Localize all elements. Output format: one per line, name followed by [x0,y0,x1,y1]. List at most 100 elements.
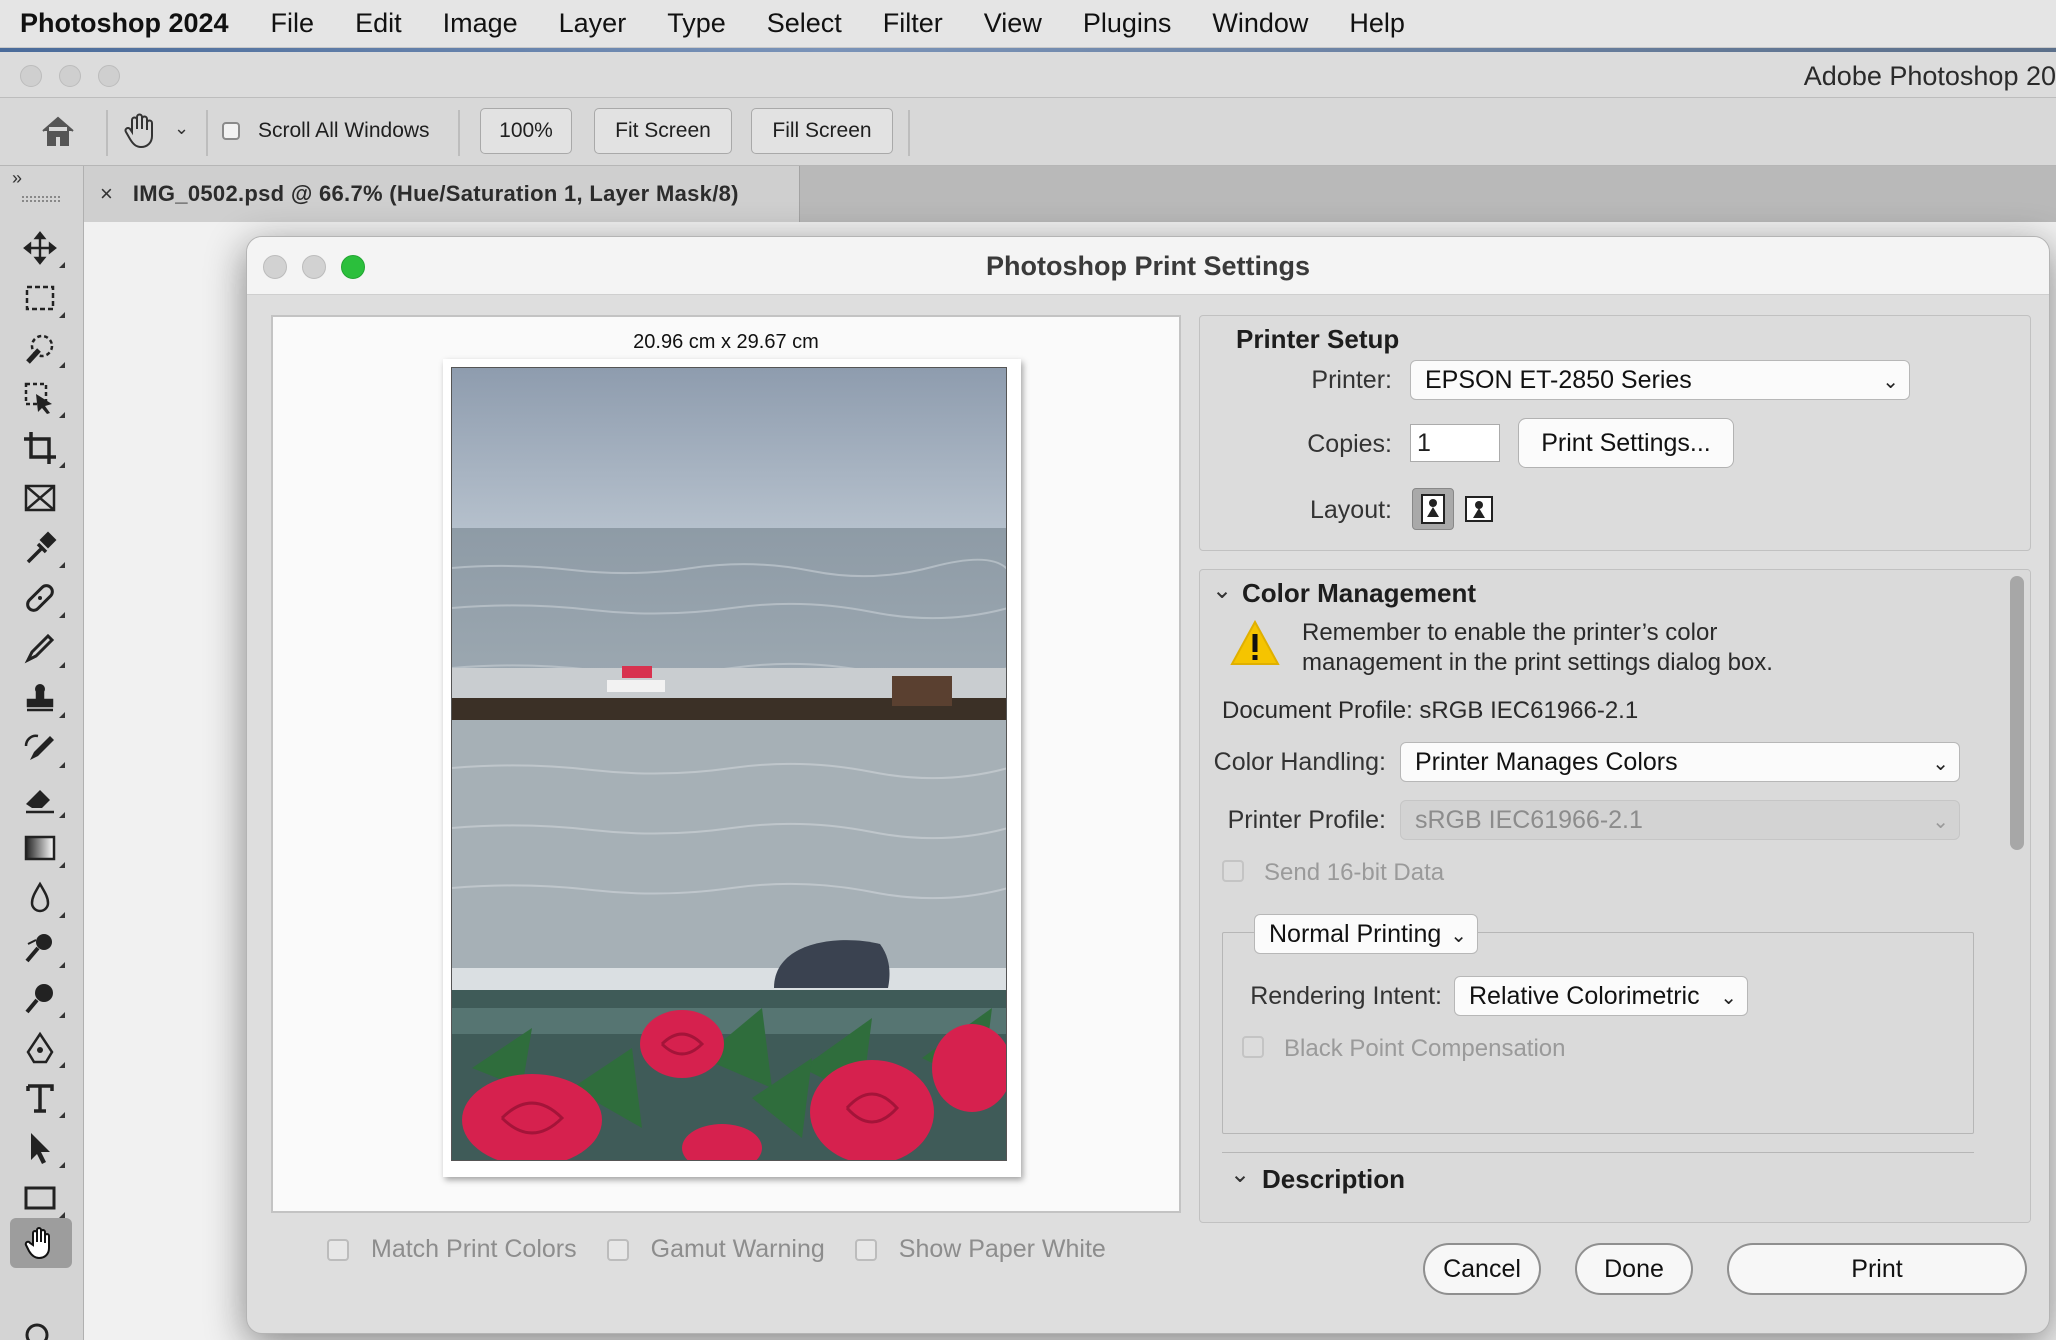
preview-options: Match Print Colors Gamut Warning Show Pa… [327,1235,1136,1264]
fit-screen-button[interactable]: Fit Screen [594,108,732,154]
menu-view[interactable]: View [984,8,1042,39]
window-zoom-button[interactable] [98,65,120,87]
panel-scrollbar[interactable] [2004,570,2030,1222]
fill-screen-button[interactable]: Fill Screen [751,108,893,154]
clone-stamp-icon[interactable] [18,676,65,720]
eraser-tool-icon[interactable] [18,776,65,820]
menu-type[interactable]: Type [667,8,726,39]
printer-setup-panel: Printer Setup Printer: EPSON ET-2850 Ser… [1199,315,2031,551]
panel-grip[interactable] [22,196,60,202]
chevron-down-icon[interactable]: ⌄ [174,118,189,139]
done-button[interactable]: Done [1575,1243,1693,1295]
quick-select-tool-icon[interactable] [18,326,65,370]
move-tool-icon[interactable] [18,226,65,270]
chevron-down-icon: ⌄ [1932,811,1949,833]
printer-select[interactable]: EPSON ET-2850 Series ⌄ [1410,360,1910,400]
print-settings-dialog: Photoshop Print Settings 20.96 cm x 29.6… [246,236,2050,1334]
chevron-down-icon[interactable]: ⌄ [1230,1160,1250,1189]
paper-sheet [443,359,1021,1177]
document-tab[interactable]: × IMG_0502.psd @ 66.7% (Hue/Saturation 1… [84,166,800,222]
printing-mode-value: Normal Printing [1269,919,1442,948]
tools-panel: » [0,166,84,1340]
close-tab-icon[interactable]: × [100,181,113,207]
warning-line-1: Remember to enable the printer’s color [1302,619,1718,646]
crop-tool-icon[interactable] [18,426,65,470]
warning-line-2: management in the print settings dialog … [1302,649,1773,676]
layout-label: Layout: [1309,496,1392,524]
cancel-button[interactable]: Cancel [1423,1243,1541,1295]
brush-tool-icon[interactable] [18,626,65,670]
printing-mode-select[interactable]: Normal Printing ⌄ [1254,914,1478,954]
menu-file[interactable]: File [271,8,315,39]
rectangle-tool-icon[interactable] [18,1176,65,1220]
show-paper-white-checkbox[interactable] [854,1238,877,1261]
frame-tool-icon[interactable] [18,476,62,520]
rendering-group [1222,932,1974,1134]
menu-layer[interactable]: Layer [559,8,627,39]
history-brush-icon[interactable] [18,726,65,770]
scroll-all-windows-checkbox[interactable] [222,122,240,140]
hand-tool-icon[interactable] [10,1218,72,1268]
print-preview[interactable]: 20.96 cm x 29.67 cm [271,315,1181,1213]
menu-filter[interactable]: Filter [883,8,943,39]
printer-label: Printer: [1311,366,1392,394]
menu-edit[interactable]: Edit [355,8,402,39]
scrollbar-thumb[interactable] [2010,576,2024,850]
printer-profile-select: sRGB IEC61966-2.1 ⌄ [1400,800,1960,840]
portrait-icon [1421,494,1445,524]
match-print-colors-checkbox[interactable] [327,1238,349,1261]
healing-brush-icon[interactable] [18,576,65,620]
window-close-button[interactable] [20,65,42,87]
show-paper-white-label: Show Paper White [898,1235,1106,1263]
send-16bit-checkbox [1222,860,1244,882]
send-16bit-label: Send 16-bit Data [1264,859,1445,886]
menu-plugins[interactable]: Plugins [1083,8,1172,39]
dialog-titlebar: Photoshop Print Settings [247,237,2049,295]
black-point-checkbox [1242,1036,1264,1058]
window-title: Adobe Photoshop 20 [1803,61,2056,91]
chevron-down-icon: ⌄ [1932,753,1949,775]
app-menu[interactable]: Photoshop 2024 [20,8,229,39]
rendering-intent-select[interactable]: Relative Colorimetric ⌄ [1454,976,1748,1016]
layout-landscape-button[interactable] [1458,488,1500,530]
sponge-tool-icon[interactable] [18,976,65,1020]
printer-profile-label: Printer Profile: [1227,806,1386,834]
window-titlebar: Adobe Photoshop 20 [0,52,2056,98]
dialog-title: Photoshop Print Settings [986,251,1310,281]
type-tool-icon[interactable] [18,1076,65,1120]
blur-tool-icon[interactable] [18,876,65,920]
menu-image[interactable]: Image [443,8,518,39]
marquee-tool-icon[interactable] [18,276,65,320]
gradient-tool-icon[interactable] [18,826,65,870]
black-point-label: Black Point Compensation [1284,1035,1566,1062]
scroll-all-windows-label: Scroll All Windows [258,119,430,142]
document-profile: Document Profile: sRGB IEC61966-2.1 [1222,697,1639,724]
gamut-warning-label: Gamut Warning [650,1235,825,1263]
menu-help[interactable]: Help [1349,8,1405,39]
menu-select[interactable]: Select [767,8,842,39]
options-bar: ⌄ Scroll All Windows 100% Fit Screen Fil… [0,98,2056,166]
home-icon[interactable] [40,114,76,153]
copies-input[interactable]: 1 [1410,424,1500,462]
rendering-intent-label: Rendering Intent: [1250,982,1442,1010]
gamut-warning-checkbox[interactable] [606,1238,629,1261]
object-select-tool-icon[interactable] [18,376,65,420]
panel-collapse-icon[interactable]: » [12,168,22,189]
layout-portrait-button[interactable] [1412,488,1454,530]
color-management-panel: ⌄ Color Management Remember to enable th… [1199,569,2031,1223]
printer-setup-title: Printer Setup [1236,324,1400,354]
path-select-icon[interactable] [18,1126,65,1170]
window-minimize-button[interactable] [59,65,81,87]
chevron-down-icon[interactable]: ⌄ [1212,576,1232,605]
print-button[interactable]: Print [1727,1243,2027,1295]
print-settings-button[interactable]: Print Settings... [1518,418,1734,468]
menu-window[interactable]: Window [1212,8,1308,39]
chevron-down-icon: ⌄ [1720,987,1737,1009]
hand-tool-preset-icon[interactable] [120,110,160,155]
dodge-tool-icon[interactable] [18,926,65,970]
zoom-100-button[interactable]: 100% [480,108,572,154]
color-handling-select[interactable]: Printer Manages Colors ⌄ [1400,742,1960,782]
zoom-tool-icon[interactable] [18,1316,62,1340]
eyedropper-tool-icon[interactable] [18,526,65,570]
pen-tool-icon[interactable] [18,1026,65,1070]
